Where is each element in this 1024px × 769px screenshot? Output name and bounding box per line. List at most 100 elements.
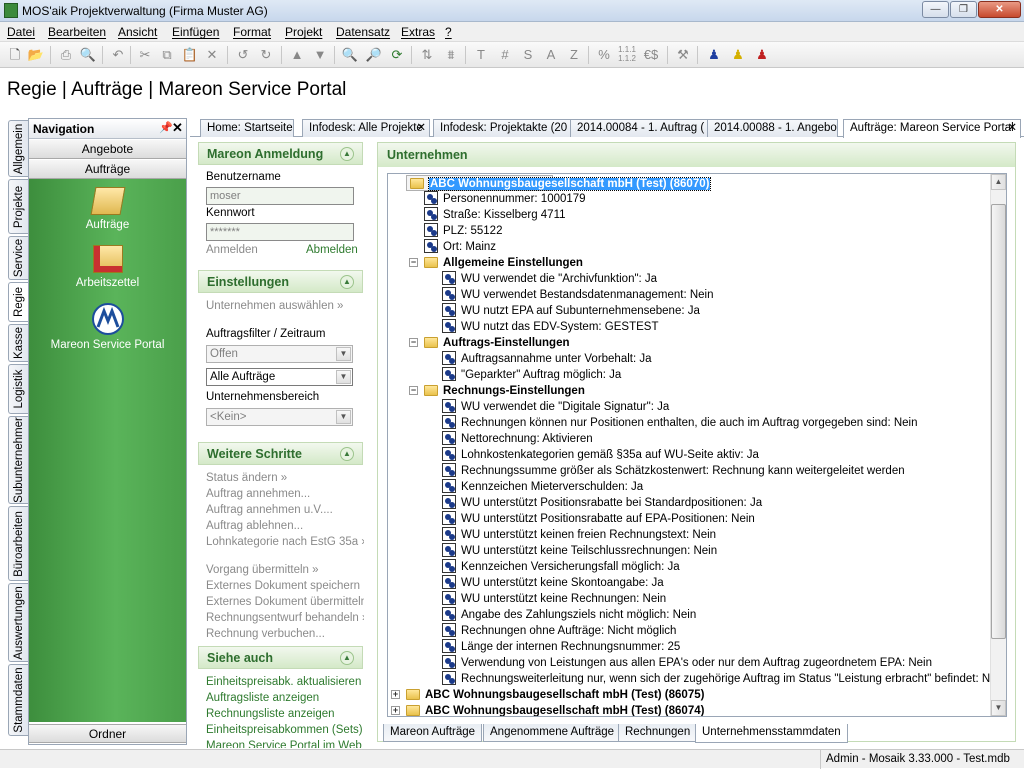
- close-panel-icon[interactable]: ✕: [172, 120, 183, 136]
- toolbar-a-button[interactable]: A: [541, 45, 561, 65]
- tree-item[interactable]: WU unterstützt Positionsrabatte bei Stan…: [442, 495, 762, 511]
- toolbar-z-button[interactable]: Z: [564, 45, 584, 65]
- menu-datei[interactable]: Datei: [7, 25, 35, 39]
- tab-rechnungen[interactable]: Rechnungen: [618, 724, 698, 742]
- vtab-kasse[interactable]: Kasse: [8, 324, 28, 362]
- toolbar-currency-button[interactable]: €$: [641, 45, 661, 65]
- tree-item[interactable]: WU unterstützt keinen freien Rechnungste…: [442, 527, 716, 543]
- login-link[interactable]: Anmelden: [206, 244, 258, 256]
- tree-item[interactable]: WU unterstützt keine Skontoangabe: Ja: [442, 575, 664, 591]
- refresh-icon[interactable]: ⟳: [387, 45, 407, 65]
- tree-item[interactable]: WU verwendet die "Digitale Signatur": Ja: [442, 399, 669, 415]
- tab-home[interactable]: Home: Startseite: [200, 119, 294, 137]
- pin-icon[interactable]: 📌: [159, 121, 173, 134]
- login-section-header[interactable]: Mareon Anmeldung ▲: [198, 142, 363, 165]
- collapse-icon[interactable]: ▲: [340, 651, 354, 665]
- close-button[interactable]: ✕: [978, 1, 1021, 18]
- step-link[interactable]: Rechnung verbuchen...: [206, 628, 325, 640]
- tab-angenommene-auftraege[interactable]: Angenommene Aufträge: [483, 724, 622, 742]
- tab-infodesk-projektakte[interactable]: Infodesk: Projektakte (20: [433, 119, 573, 137]
- collapse-icon[interactable]: −: [409, 338, 418, 347]
- sort-icon[interactable]: ⇅: [417, 45, 437, 65]
- tab-mareon-auftraege[interactable]: Mareon Aufträge: [383, 724, 483, 742]
- paste-icon[interactable]: 📋: [180, 45, 200, 65]
- tree-group-node[interactable]: + ABC Wohnungsbaugesellschaft mbH (Test) …: [391, 703, 704, 716]
- toolbar-hash-button[interactable]: #: [495, 45, 515, 65]
- menu-bearbeiten[interactable]: Bearbeiten: [48, 25, 106, 39]
- collapse-icon[interactable]: −: [409, 258, 418, 267]
- company-tree[interactable]: ABC Wohnungsbaugesellschaft mbH (Test) (…: [387, 173, 1007, 717]
- expand-icon[interactable]: +: [391, 706, 400, 715]
- tab-mareon-service-portal[interactable]: Aufträge: Mareon Service Portal ✕: [843, 119, 1021, 138]
- tab-angebot[interactable]: 2014.00088 - 1. Angebot: [707, 119, 838, 137]
- scroll-up-icon[interactable]: ▲: [991, 174, 1006, 190]
- minimize-button[interactable]: —: [922, 1, 949, 18]
- toolbar-percent-button[interactable]: %: [594, 45, 614, 65]
- menu-einfuegen[interactable]: Einfügen: [172, 25, 219, 39]
- step-link[interactable]: Status ändern »: [206, 472, 287, 484]
- delete-icon[interactable]: ✕: [202, 45, 222, 65]
- vtab-stammdaten[interactable]: Stammdaten: [8, 664, 28, 736]
- tree-item[interactable]: Nettorechnung: Aktivieren: [442, 431, 593, 447]
- tree-item[interactable]: WU nutzt EPA auf Subunternehmensebene: J…: [442, 303, 700, 319]
- see-also-link[interactable]: Auftragsliste anzeigen: [206, 692, 319, 704]
- tab-unternehmensstammdaten[interactable]: Unternehmensstammdaten: [695, 724, 848, 743]
- password-field[interactable]: *******: [206, 223, 354, 241]
- step-link[interactable]: Externes Dokument übermitteln: [206, 596, 364, 608]
- new-document-icon[interactable]: 🗋: [5, 45, 25, 65]
- undo-history-icon[interactable]: ↶: [108, 45, 128, 65]
- vtab-regie[interactable]: Regie: [8, 282, 28, 322]
- filter-icon[interactable]: ⩩: [441, 45, 461, 65]
- nav-item-auftraege[interactable]: Aufträge: [29, 187, 186, 231]
- tree-group-node[interactable]: − Rechnungs-Einstellungen: [409, 383, 585, 399]
- see-also-section-header[interactable]: Siehe auch ▲: [198, 646, 363, 669]
- menu-help[interactable]: ?: [445, 25, 452, 39]
- user-red-icon[interactable]: ♟: [752, 45, 772, 65]
- toolbar-t-button[interactable]: T: [471, 45, 491, 65]
- copy-icon[interactable]: ⧉: [157, 45, 177, 65]
- maximize-button[interactable]: ❐: [950, 1, 977, 18]
- step-link[interactable]: Rechnungsentwurf behandeln »: [206, 612, 364, 624]
- step-link[interactable]: Auftrag annehmen...: [206, 488, 310, 500]
- menu-datensatz[interactable]: Datensatz: [336, 25, 390, 39]
- menu-projekt[interactable]: Projekt: [285, 25, 322, 39]
- collapse-icon[interactable]: ▲: [340, 447, 354, 461]
- tree-item[interactable]: WU nutzt das EDV-System: GESTEST: [442, 319, 658, 335]
- company-area-select[interactable]: <Kein> ▼: [206, 408, 353, 426]
- menu-extras[interactable]: Extras: [401, 25, 435, 39]
- vtab-logistik[interactable]: Logistik: [8, 364, 28, 414]
- step-link[interactable]: Auftrag ablehnen...: [206, 520, 303, 532]
- tree-item[interactable]: Rechnungsweiterleitung nur, wenn sich de…: [442, 671, 1006, 687]
- tree-item[interactable]: WU verwendet Bestandsdatenmanagement: Ne…: [442, 287, 714, 303]
- tree-item[interactable]: WU unterstützt keine Rechnungen: Nein: [442, 591, 666, 607]
- step-link[interactable]: Auftrag annehmen u.V....: [206, 504, 333, 516]
- vtab-projekte[interactable]: Projekte: [8, 179, 28, 234]
- tab-close-icon[interactable]: ✕: [1007, 120, 1017, 136]
- move-up-icon[interactable]: ▲: [287, 45, 307, 65]
- tree-item[interactable]: Rechnungen können nur Positionen enthalt…: [442, 415, 918, 431]
- cut-icon[interactable]: ✂: [135, 45, 155, 65]
- collapse-icon[interactable]: ▲: [340, 147, 354, 161]
- settings-section-header[interactable]: Einstellungen ▲: [198, 270, 363, 293]
- redo-icon[interactable]: ↻: [256, 45, 276, 65]
- steps-section-header[interactable]: Weitere Schritte ▲: [198, 442, 363, 465]
- collapse-icon[interactable]: ▲: [340, 275, 354, 289]
- tree-item[interactable]: Kennzeichen Mieterverschulden: Ja: [442, 479, 643, 495]
- vtab-service[interactable]: Service: [8, 236, 28, 280]
- tree-item[interactable]: PLZ: 55122: [424, 223, 502, 239]
- user-yellow-icon[interactable]: ♟: [728, 45, 748, 65]
- nav-angebote-button[interactable]: Angebote: [29, 140, 186, 159]
- open-folder-icon[interactable]: 📂: [26, 45, 46, 65]
- tree-item[interactable]: Lohnkostenkategorien gemäß §35a auf WU-S…: [442, 447, 759, 463]
- tree-item[interactable]: WU unterstützt keine Teilschlussrechnung…: [442, 543, 717, 559]
- numbering-icon[interactable]: 1.1.1 1.1.2: [617, 45, 637, 65]
- tree-item[interactable]: Angabe des Zahlungsziels nicht möglich: …: [442, 607, 696, 623]
- tree-group-node[interactable]: − Allgemeine Einstellungen: [409, 255, 583, 271]
- tree-group-node[interactable]: ABC Wohnungsbaugesellschaft mbH (Test) (…: [406, 175, 712, 191]
- order-filter-select[interactable]: Offen ▼: [206, 345, 353, 363]
- move-down-icon[interactable]: ▼: [310, 45, 330, 65]
- tree-item[interactable]: Ort: Mainz: [424, 239, 496, 255]
- search-icon[interactable]: 🔍: [340, 45, 360, 65]
- tree-group-node[interactable]: − Auftrags-Einstellungen: [409, 335, 570, 351]
- undo-icon[interactable]: ↺: [233, 45, 253, 65]
